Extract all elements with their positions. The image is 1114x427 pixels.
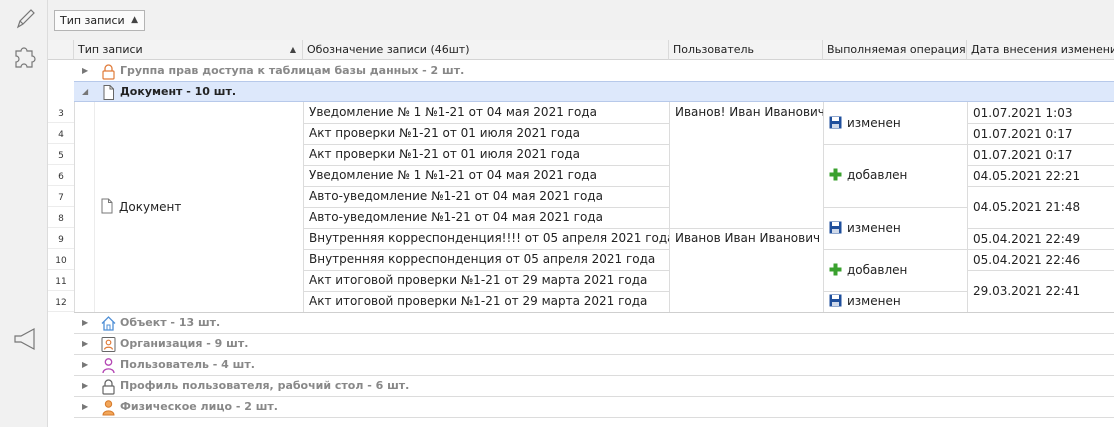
operation-label: добавлен — [847, 168, 908, 182]
sort-ascending-icon: ▲ — [289, 45, 296, 54]
designation-cell[interactable]: Авто-уведомление №1-21 от 04 мая 2021 го… — [303, 186, 669, 207]
date-cell[interactable]: 29.03.2021 22:41 — [967, 281, 1114, 301]
row-number: 8 — [48, 207, 74, 228]
column-header-user-label: Пользователь — [673, 43, 755, 56]
megaphone-icon[interactable] — [12, 326, 38, 352]
operation-label: изменен — [847, 116, 901, 130]
date-cell[interactable]: 01.07.2021 1:03 — [967, 103, 1114, 123]
designation-cell[interactable]: Акт проверки №1-21 от 01 июля 2021 года — [303, 123, 669, 144]
designation-cell[interactable]: Акт итоговой проверки №1-21 от 29 марта … — [303, 270, 669, 291]
puzzle-icon[interactable] — [12, 44, 38, 70]
date-cell[interactable]: 05.04.2021 22:46 — [967, 250, 1114, 270]
group-row[interactable]: ▶ Профиль пользователя, рабочий стол - 6… — [74, 376, 1114, 397]
lock-icon — [102, 64, 115, 80]
operation-cell[interactable]: добавлен — [823, 260, 967, 280]
designation-cell[interactable]: Акт итоговой проверки №1-21 от 29 марта … — [303, 291, 669, 312]
records-grid: Тип записи ▲ Обозначение записи (46шт) П… — [48, 40, 1114, 427]
expand-arrow-icon[interactable]: ▶ — [82, 397, 88, 417]
operation-label: изменен — [847, 294, 901, 308]
group-row-label: Объект - 13 шт. — [120, 316, 221, 329]
row-number: 4 — [48, 123, 74, 144]
designation-cell[interactable]: Уведомление № 1 №1-21 от 04 мая 2021 год… — [303, 165, 669, 186]
group-row-label: Организация - 9 шт. — [120, 337, 249, 350]
collapse-arrow-icon[interactable]: ◢ — [82, 82, 88, 102]
user-cell[interactable]: Иванов Иван Иванович — [669, 228, 823, 248]
group-by-type-button[interactable]: Тип записи ▲ — [54, 10, 145, 31]
group-row[interactable]: ▶ Объект - 13 шт. — [74, 313, 1114, 334]
group-row[interactable]: ▶ Физическое лицо - 2 шт. — [74, 397, 1114, 418]
designation-cell[interactable]: Уведомление № 1 №1-21 от 04 мая 2021 год… — [303, 102, 669, 123]
operation-cell[interactable]: изменен — [823, 291, 967, 311]
row-number: 11 — [48, 270, 74, 291]
expand-arrow-icon[interactable]: ▶ — [82, 313, 88, 333]
record-type-cell: Документ — [94, 197, 303, 217]
group-row[interactable]: ▶ Пользователь - 4 шт. — [74, 355, 1114, 376]
designation-cell[interactable]: Авто-уведомление №1-21 от 04 мая 2021 го… — [303, 207, 669, 228]
column-header-designation-label: Обозначение записи (46шт) — [307, 43, 470, 56]
expand-arrow-icon[interactable]: ▶ — [82, 61, 88, 81]
row-number: 5 — [48, 144, 74, 165]
row-number: 10 — [48, 249, 74, 270]
group-row[interactable]: ▶ Организация - 9 шт. — [74, 334, 1114, 355]
row-number: 7 — [48, 186, 74, 207]
operation-label: изменен — [847, 221, 901, 235]
row-number: 6 — [48, 165, 74, 186]
group-row-label: Профиль пользователя, рабочий стол - 6 ш… — [120, 379, 410, 392]
column-header-designation[interactable]: Обозначение записи (46шт) — [303, 40, 669, 60]
row-number: 9 — [48, 228, 74, 249]
expand-arrow-icon[interactable]: ▶ — [82, 355, 88, 375]
group-by-type-label: Тип записи — [60, 14, 125, 27]
user-icon — [102, 358, 115, 374]
column-header-operation-label: Выполняемая операция — [827, 43, 966, 56]
document-icon — [101, 198, 113, 214]
operation-label: добавлен — [847, 263, 908, 277]
designation-cell[interactable]: Внутренняя корреспонденция!!!! от 05 апр… — [303, 228, 669, 249]
group-row-selected[interactable]: ◢ Документ - 10 шт. — [74, 81, 1114, 102]
left-sidebar — [0, 0, 48, 427]
person-icon — [102, 400, 115, 416]
save-icon — [829, 116, 842, 129]
pencil-icon[interactable] — [12, 6, 38, 32]
group-row-label: Документ - 10 шт. — [120, 85, 237, 98]
column-header-date-label: Дата внесения изменений — [971, 43, 1114, 56]
record-type-label: Документ — [119, 200, 182, 214]
group-row[interactable]: ▶ Группа прав доступа к таблицам базы да… — [74, 61, 1114, 82]
column-header-type-label: Тип записи — [78, 43, 143, 56]
column-header-date[interactable]: Дата внесения изменений — [967, 40, 1114, 60]
group-row-label: Физическое лицо - 2 шт. — [120, 400, 278, 413]
user-cell[interactable]: Иванов! Иван Иванович — [669, 102, 823, 122]
column-header-type[interactable]: Тип записи ▲ — [74, 40, 303, 60]
operation-cell[interactable]: добавлен — [823, 165, 967, 185]
lock-icon — [102, 379, 115, 395]
save-icon — [829, 221, 842, 234]
operation-cell[interactable]: изменен — [823, 113, 967, 133]
plus-icon — [829, 168, 842, 181]
designation-cell[interactable]: Акт проверки №1-21 от 01 июля 2021 года — [303, 144, 669, 165]
expand-arrow-icon[interactable]: ▶ — [82, 334, 88, 354]
date-cell[interactable]: 01.07.2021 0:17 — [967, 124, 1114, 144]
column-header-operation[interactable]: Выполняемая операция — [823, 40, 967, 60]
date-cell[interactable]: 04.05.2021 22:21 — [967, 166, 1114, 186]
group-panel: Тип записи ▲ — [48, 0, 1114, 40]
group-row-label: Пользователь - 4 шт. — [120, 358, 255, 371]
date-cell[interactable]: 04.05.2021 21:48 — [967, 197, 1114, 217]
operation-cell[interactable]: изменен — [823, 218, 967, 238]
house-icon — [101, 316, 116, 331]
row-number: 12 — [48, 291, 74, 312]
save-icon — [829, 294, 842, 307]
column-header-user[interactable]: Пользователь — [669, 40, 823, 60]
date-cell[interactable]: 01.07.2021 0:17 — [967, 145, 1114, 165]
row-number-header — [48, 40, 74, 60]
designation-cell[interactable]: Внутренняя корреспонденция от 05 апреля … — [303, 249, 669, 270]
plus-icon — [829, 263, 842, 276]
group-row-label: Группа прав доступа к таблицам базы данн… — [120, 64, 465, 77]
row-number: 3 — [48, 102, 74, 123]
date-cell[interactable]: 05.04.2021 22:49 — [967, 229, 1114, 249]
organization-icon — [101, 337, 116, 352]
document-icon — [103, 85, 114, 100]
expand-arrow-icon[interactable]: ▶ — [82, 376, 88, 396]
sort-ascending-icon: ▲ — [131, 15, 138, 25]
